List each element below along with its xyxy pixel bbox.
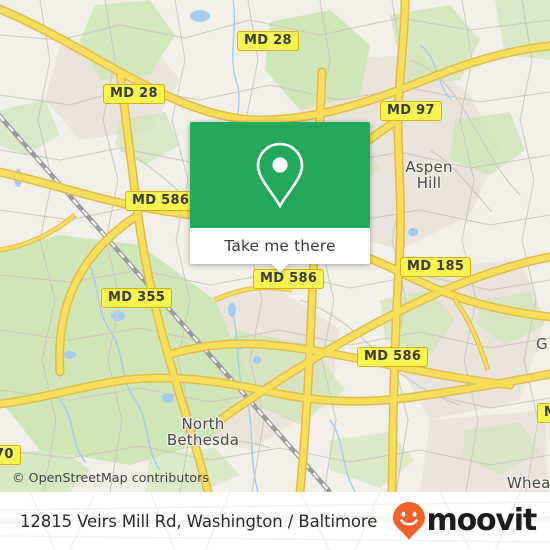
popup-header	[190, 122, 370, 228]
map-canvas[interactable]: Aspen Hill North Bethesda G Wheat MD 28 …	[0, 0, 550, 492]
moovit-pin-smiley-icon	[392, 502, 425, 540]
highway-shield-md-185[interactable]: MD 185	[400, 257, 472, 277]
map-pin-icon	[256, 142, 304, 209]
highway-shield-md-28-west[interactable]: MD 28	[103, 84, 165, 104]
highway-shield-md-586-east[interactable]: MD 586	[357, 347, 429, 367]
popup-action-bar[interactable]: Take me there	[190, 228, 370, 264]
moovit-wordmark: moovit	[426, 503, 538, 538]
location-popup-card[interactable]: Take me there	[190, 122, 370, 273]
moovit-logo[interactable]: moovit	[392, 501, 538, 541]
popup-pointer-tail	[271, 263, 289, 273]
highway-shield-md-355[interactable]: MD 355	[101, 288, 173, 308]
highway-shield-md-28-north[interactable]: MD 28	[237, 31, 299, 51]
footer-bar: 12815 Veirs Mill Rd, Washington / Baltim…	[0, 492, 550, 550]
footer-content: 12815 Veirs Mill Rd, Washington / Baltim…	[0, 492, 550, 550]
address-text: 12815 Veirs Mill Rd, Washington / Baltim…	[20, 511, 378, 531]
highway-shield-partial-left[interactable]: 70	[0, 445, 21, 465]
highway-shield-partial-right[interactable]: M	[537, 403, 550, 423]
take-me-there-button[interactable]: Take me there	[224, 237, 335, 255]
highway-shield-md-586-west[interactable]: MD 586	[125, 191, 197, 211]
moovit-map-screenshot: Aspen Hill North Bethesda G Wheat MD 28 …	[0, 0, 550, 550]
highway-shield-md-97[interactable]: MD 97	[380, 101, 442, 121]
